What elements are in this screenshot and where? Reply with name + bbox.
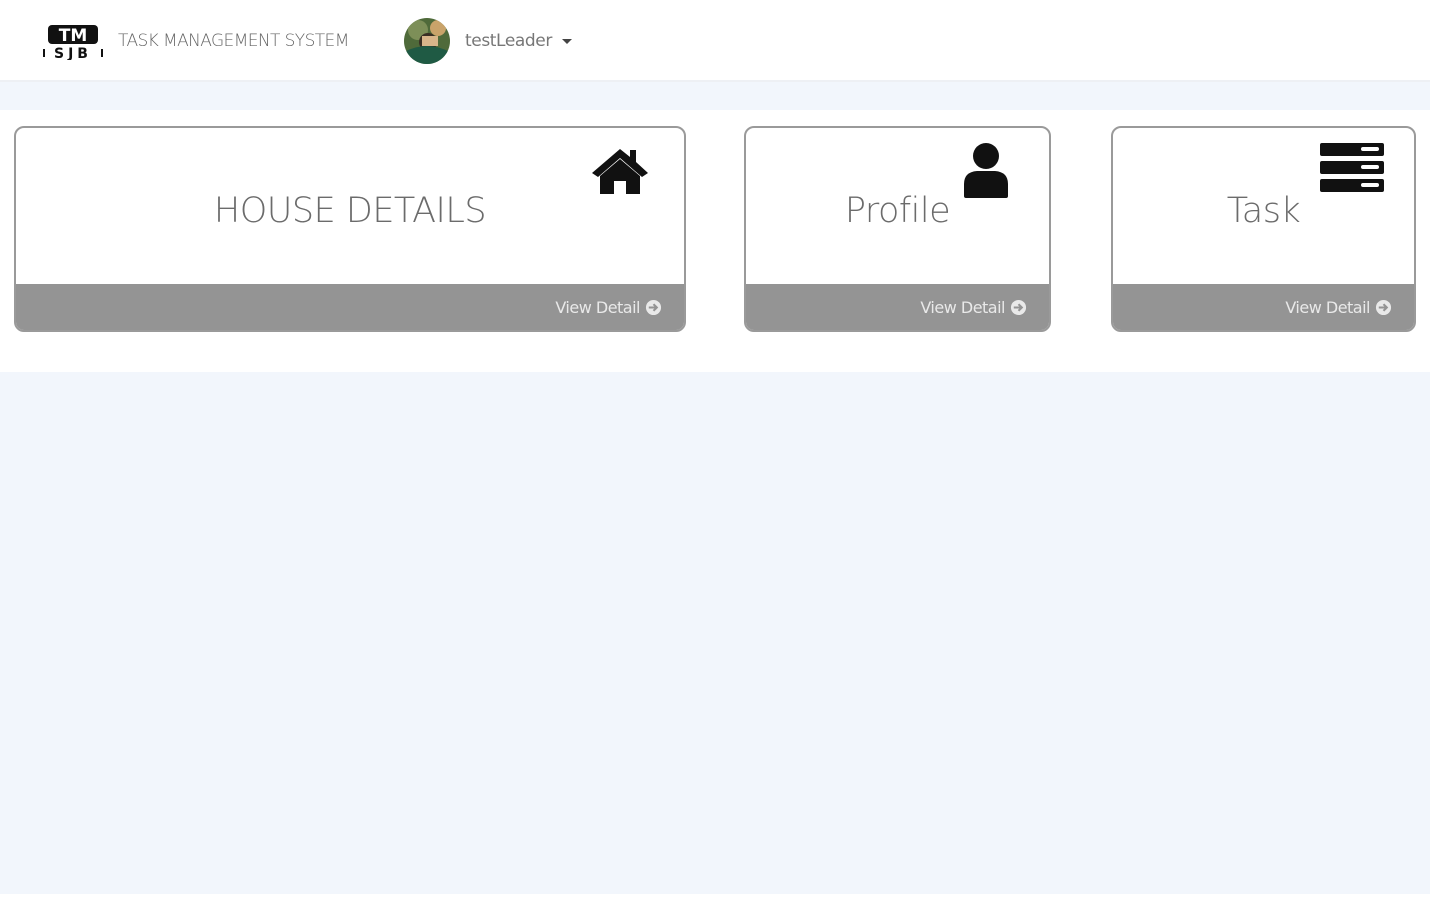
view-detail-link[interactable]: View Detail: [555, 298, 640, 317]
card-house-details[interactable]: HOUSE DETAILS View Detail: [14, 126, 686, 332]
card-title: Profile: [844, 191, 951, 231]
home-icon: [592, 149, 648, 194]
view-detail-link[interactable]: View Detail: [1285, 298, 1370, 317]
page-edge: [1430, 0, 1436, 900]
logo[interactable]: TM SJB: [42, 22, 104, 60]
top-navbar: TM SJB TASK MANAGEMENT SYSTEM testLeader: [0, 0, 1430, 82]
arrow-circle-right-icon: [645, 299, 662, 315]
logo-text-bottom: SJB: [54, 46, 92, 60]
page-edge: [0, 894, 1436, 900]
arrow-circle-right-icon: [1010, 299, 1027, 315]
card-title: Task: [1226, 191, 1301, 231]
server-icon: [1320, 143, 1384, 192]
dashboard-content: HOUSE DETAILS View Detail Profile View D…: [0, 110, 1430, 372]
card-footer[interactable]: View Detail: [746, 284, 1049, 330]
user-name[interactable]: testLeader: [465, 31, 552, 51]
card-footer[interactable]: View Detail: [1113, 284, 1414, 330]
app-title: TASK MANAGEMENT SYSTEM: [118, 31, 349, 51]
arrow-circle-right-icon: [1375, 299, 1392, 315]
card-profile[interactable]: Profile View Detail: [744, 126, 1051, 332]
card-footer[interactable]: View Detail: [16, 284, 684, 330]
caret-down-icon[interactable]: [561, 38, 572, 44]
logo-text-top: TM: [59, 26, 88, 46]
card-task[interactable]: Task View Detail: [1111, 126, 1416, 332]
card-title: HOUSE DETAILS: [213, 191, 487, 231]
avatar[interactable]: [404, 18, 450, 64]
page-spacer: [0, 82, 1430, 110]
view-detail-link[interactable]: View Detail: [920, 298, 1005, 317]
user-menu[interactable]: testLeader: [404, 18, 572, 64]
